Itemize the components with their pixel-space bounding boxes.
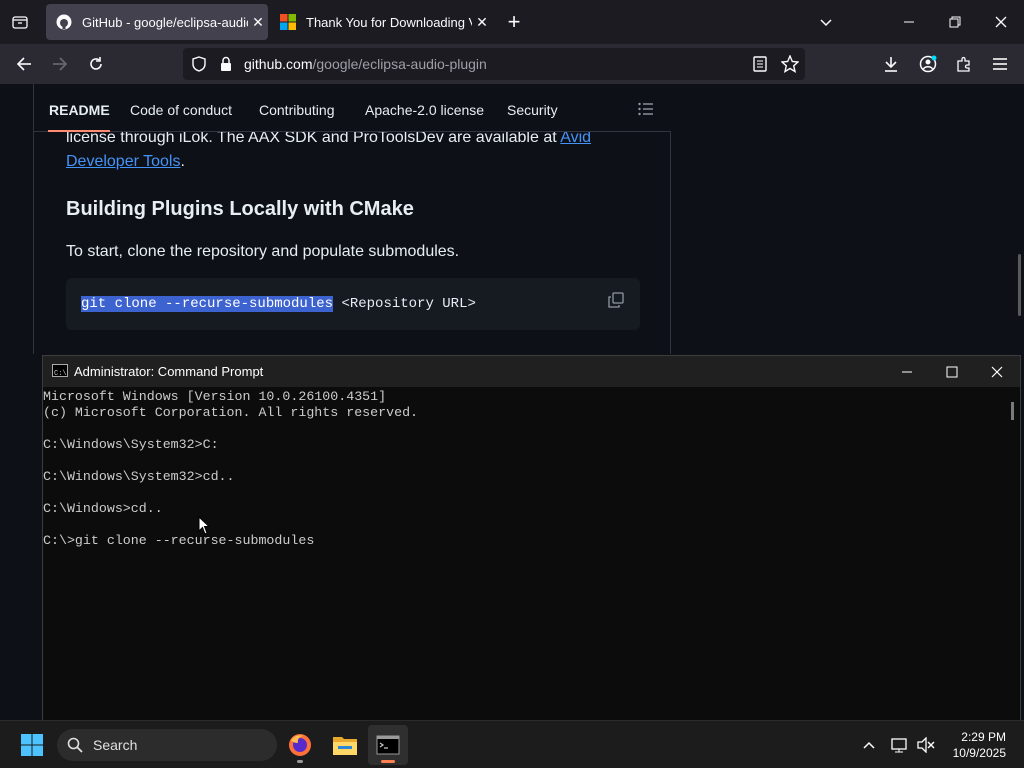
- tab-title: GitHub - google/eclipsa-audio-: [82, 14, 248, 30]
- list-all-tabs-icon[interactable]: [803, 0, 849, 44]
- account-icon[interactable]: [912, 48, 944, 80]
- code-block: git clone --recurse-submodules <Reposito…: [66, 278, 640, 330]
- browser-tab-strip: GitHub - google/eclipsa-audio- ✕ Thank Y…: [0, 0, 1024, 44]
- tab-code-of-conduct[interactable]: Code of conduct: [130, 102, 232, 118]
- active-tab-underline: [48, 130, 110, 132]
- console-line: (c) Microsoft Corporation. All rights re…: [43, 405, 419, 420]
- network-icon[interactable]: [888, 733, 912, 757]
- tab-title: Thank You for Downloading Visu: [306, 14, 472, 30]
- cmd-scrollbar-thumb[interactable]: [1011, 402, 1014, 420]
- taskbar: Search 2:29 PM 10/9/2025: [0, 720, 1024, 768]
- clock-time: 2:29 PM: [961, 730, 1006, 744]
- microsoft-logo-icon: [280, 14, 296, 30]
- downloads-icon[interactable]: [875, 48, 907, 80]
- copy-icon[interactable]: [608, 292, 624, 308]
- svg-text:C:\: C:\: [54, 370, 67, 378]
- restore-button[interactable]: [932, 0, 978, 44]
- code-rest: <Repository URL>: [333, 296, 476, 312]
- section-heading: Building Plugins Locally with CMake: [66, 198, 414, 220]
- browser-toolbar: github.com/google/eclipsa-audio-plugin: [0, 44, 1024, 84]
- shield-icon[interactable]: [191, 56, 207, 77]
- taskbar-firefox[interactable]: [280, 725, 320, 765]
- github-icon: [56, 14, 72, 30]
- readme-nav: README Code of conduct Contributing Apac…: [34, 84, 671, 132]
- cmd-scrollbar[interactable]: [1003, 387, 1020, 720]
- tab-visual-studio[interactable]: Thank You for Downloading Visu ✕: [270, 4, 492, 40]
- url-path: /google/eclipsa-audio-plugin: [312, 56, 487, 72]
- page-scrollbar[interactable]: [1018, 254, 1021, 316]
- close-tab-icon[interactable]: ✕: [472, 14, 492, 31]
- paragraph-end: .: [180, 153, 185, 170]
- show-hidden-icons-icon[interactable]: [857, 733, 881, 757]
- tab-contributing[interactable]: Contributing: [259, 102, 335, 118]
- search-label: Search: [93, 737, 138, 753]
- console-line: C:\Windows\System32>C:: [43, 437, 219, 452]
- tab-security[interactable]: Security: [507, 102, 558, 118]
- running-indicator: [297, 760, 303, 763]
- url-text[interactable]: github.com/google/eclipsa-audio-plugin: [244, 56, 487, 72]
- active-indicator: [381, 760, 395, 763]
- console-input-line[interactable]: C:\>git clone --recurse-submodules: [43, 533, 1003, 549]
- web-page: README Code of conduct Contributing Apac…: [0, 84, 1024, 354]
- cmd-minimize-button[interactable]: [884, 356, 930, 387]
- paragraph-license: license through iLok. The AAX SDK and Pr…: [66, 126, 626, 174]
- forward-icon[interactable]: [44, 48, 76, 80]
- taskbar-search[interactable]: Search: [57, 729, 277, 761]
- taskbar-command-prompt[interactable]: [368, 725, 408, 765]
- lock-icon[interactable]: [219, 56, 233, 77]
- developer-tools-link[interactable]: Developer Tools: [66, 153, 180, 170]
- reader-view-icon[interactable]: [753, 56, 767, 77]
- cmd-title: Administrator: Command Prompt: [74, 364, 264, 379]
- cmd-maximize-button[interactable]: [929, 356, 975, 387]
- close-tab-icon[interactable]: ✕: [248, 14, 268, 31]
- taskbar-file-explorer[interactable]: [325, 725, 365, 765]
- system-clock[interactable]: 2:29 PM 10/9/2025: [940, 729, 1006, 761]
- new-tab-button[interactable]: +: [498, 6, 530, 38]
- readme-panel: README Code of conduct Contributing Apac…: [33, 84, 671, 354]
- volume-muted-icon[interactable]: [914, 733, 938, 757]
- clock-date: 10/9/2025: [952, 746, 1006, 760]
- close-window-button[interactable]: [978, 0, 1024, 44]
- cmd-close-button[interactable]: [974, 356, 1020, 387]
- console-line: C:\Windows>cd..: [43, 501, 163, 516]
- cmd-app-icon: C:\: [52, 364, 68, 378]
- cmd-title-bar[interactable]: C:\ Administrator: Command Prompt: [43, 356, 1020, 387]
- tab-readme[interactable]: README: [49, 102, 110, 118]
- search-icon: [67, 737, 83, 758]
- url-bar[interactable]: github.com/google/eclipsa-audio-plugin: [183, 48, 805, 80]
- bookmark-star-icon[interactable]: [780, 54, 800, 78]
- command-prompt-window: C:\ Administrator: Command Prompt Micros…: [42, 355, 1021, 721]
- reload-icon[interactable]: [80, 48, 112, 80]
- tab-license[interactable]: Apache-2.0 license: [365, 102, 484, 118]
- mouse-cursor-icon: [198, 515, 211, 541]
- paragraph-clone: To start, clone the repository and popul…: [66, 243, 460, 260]
- extensions-icon[interactable]: [948, 48, 980, 80]
- start-button[interactable]: [12, 725, 52, 765]
- selected-code: git clone --recurse-submodules: [81, 296, 334, 312]
- console-line: Microsoft Windows [Version 10.0.26100.43…: [43, 389, 387, 404]
- url-domain: github.com: [244, 56, 313, 72]
- outline-icon[interactable]: [638, 102, 654, 121]
- back-icon[interactable]: [8, 48, 40, 80]
- code-text[interactable]: git clone --recurse-submodules <Reposito…: [81, 296, 476, 312]
- console-line: C:\Windows\System32>cd..: [43, 469, 235, 484]
- cmd-console[interactable]: Microsoft Windows [Version 10.0.26100.43…: [43, 387, 1003, 720]
- menu-icon[interactable]: [984, 48, 1016, 80]
- minimize-button[interactable]: [886, 0, 932, 44]
- tab-github[interactable]: GitHub - google/eclipsa-audio- ✕: [46, 4, 268, 40]
- tab-list-icon[interactable]: [4, 6, 36, 38]
